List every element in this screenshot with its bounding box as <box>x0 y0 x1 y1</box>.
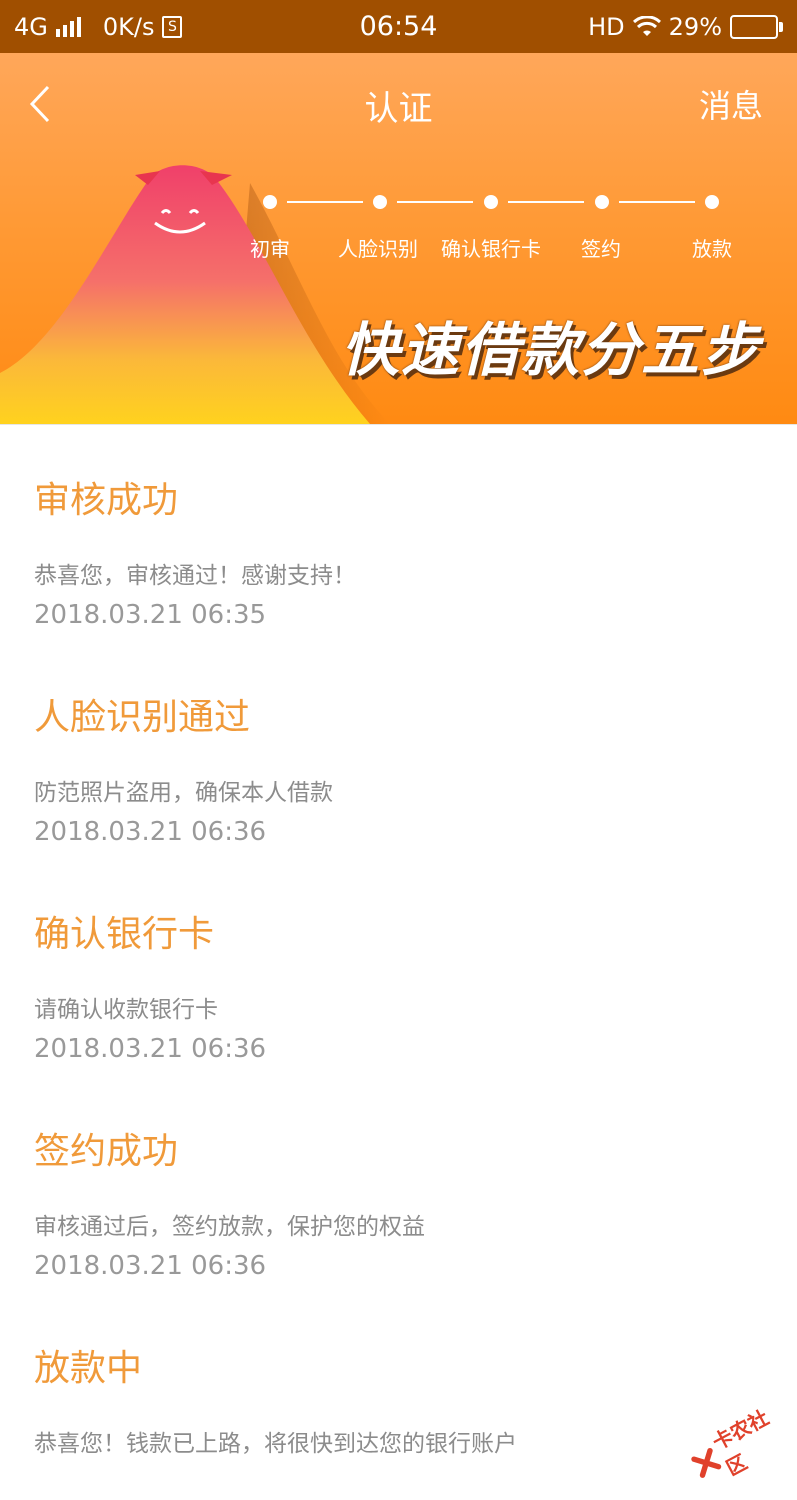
status-bar: 4G 0K/s S 06:54 HD 29% <box>0 0 797 53</box>
banner-slogan: 快速借款分五步 <box>340 316 761 384</box>
step-progress: 初审 人脸识别 确认银行卡 签约 放款 <box>240 191 780 261</box>
item-title: 人脸识别通过 <box>34 697 251 738</box>
step-connector <box>619 201 695 203</box>
messages-button[interactable]: 消息 <box>699 81 763 127</box>
timeline-item: 放款中 恭喜您！钱款已上路，将很快到达您的银行账户 <box>34 1346 774 1500</box>
wifi-icon <box>632 15 661 36</box>
step-dot <box>263 195 277 209</box>
step-dot <box>373 195 387 209</box>
step-dot <box>484 195 498 209</box>
header-banner: 认证 消息 初审 人脸识别 确认银行卡 签约 放款 快速借款分五步 <box>0 53 797 424</box>
timeline-item: 审核成功 恭喜您，审核通过！感谢支持！ 2018.03.21 06:35 <box>34 478 774 695</box>
item-timestamp: 2018.03.21 06:36 <box>34 1034 267 1064</box>
battery-icon <box>730 14 783 39</box>
step-label-review: 初审 <box>250 237 290 261</box>
step-label-loan: 放款 <box>692 237 732 261</box>
item-description: 审核通过后，签约放款，保护您的权益 <box>34 1214 425 1240</box>
nav-bar: 认证 消息 <box>0 53 797 153</box>
battery-percent: 29% <box>668 12 722 41</box>
step-connector <box>508 201 584 203</box>
item-title: 签约成功 <box>34 1131 179 1172</box>
step-connector <box>287 201 363 203</box>
page-title: 认证 <box>364 89 433 129</box>
item-description: 请确认收款银行卡 <box>34 997 218 1023</box>
item-title: 审核成功 <box>34 480 179 521</box>
item-description: 恭喜您，审核通过！感谢支持！ <box>34 563 356 589</box>
s-badge-icon: S <box>162 15 183 38</box>
step-dot <box>595 195 609 209</box>
hd-indicator: HD <box>588 12 625 41</box>
timeline-item: 人脸识别通过 防范照片盗用，确保本人借款 2018.03.21 06:36 <box>34 695 774 912</box>
step-label-sign: 签约 <box>581 237 621 261</box>
item-timestamp: 2018.03.21 06:35 <box>34 600 267 630</box>
step-connector <box>397 201 473 203</box>
item-timestamp: 2018.03.21 06:36 <box>34 817 267 847</box>
item-title: 确认银行卡 <box>34 914 215 955</box>
divider <box>0 424 797 425</box>
item-title: 放款中 <box>34 1348 143 1389</box>
item-description: 防范照片盗用，确保本人借款 <box>34 780 333 806</box>
step-label-bankcard: 确认银行卡 <box>441 237 541 261</box>
step-label-face: 人脸识别 <box>338 237 418 261</box>
timeline-list: 审核成功 恭喜您，审核通过！感谢支持！ 2018.03.21 06:35 人脸识… <box>34 478 774 1500</box>
network-speed: 0K/s <box>102 12 155 41</box>
item-timestamp: 2018.03.21 06:36 <box>34 1251 267 1281</box>
signal-icon <box>55 16 81 37</box>
network-type: 4G <box>14 12 48 41</box>
timeline-item: 签约成功 审核通过后，签约放款，保护您的权益 2018.03.21 06:36 <box>34 1129 774 1346</box>
step-dot <box>705 195 719 209</box>
item-description: 恭喜您！钱款已上路，将很快到达您的银行账户 <box>34 1431 517 1457</box>
timeline-item: 确认银行卡 请确认收款银行卡 2018.03.21 06:36 <box>34 912 774 1129</box>
